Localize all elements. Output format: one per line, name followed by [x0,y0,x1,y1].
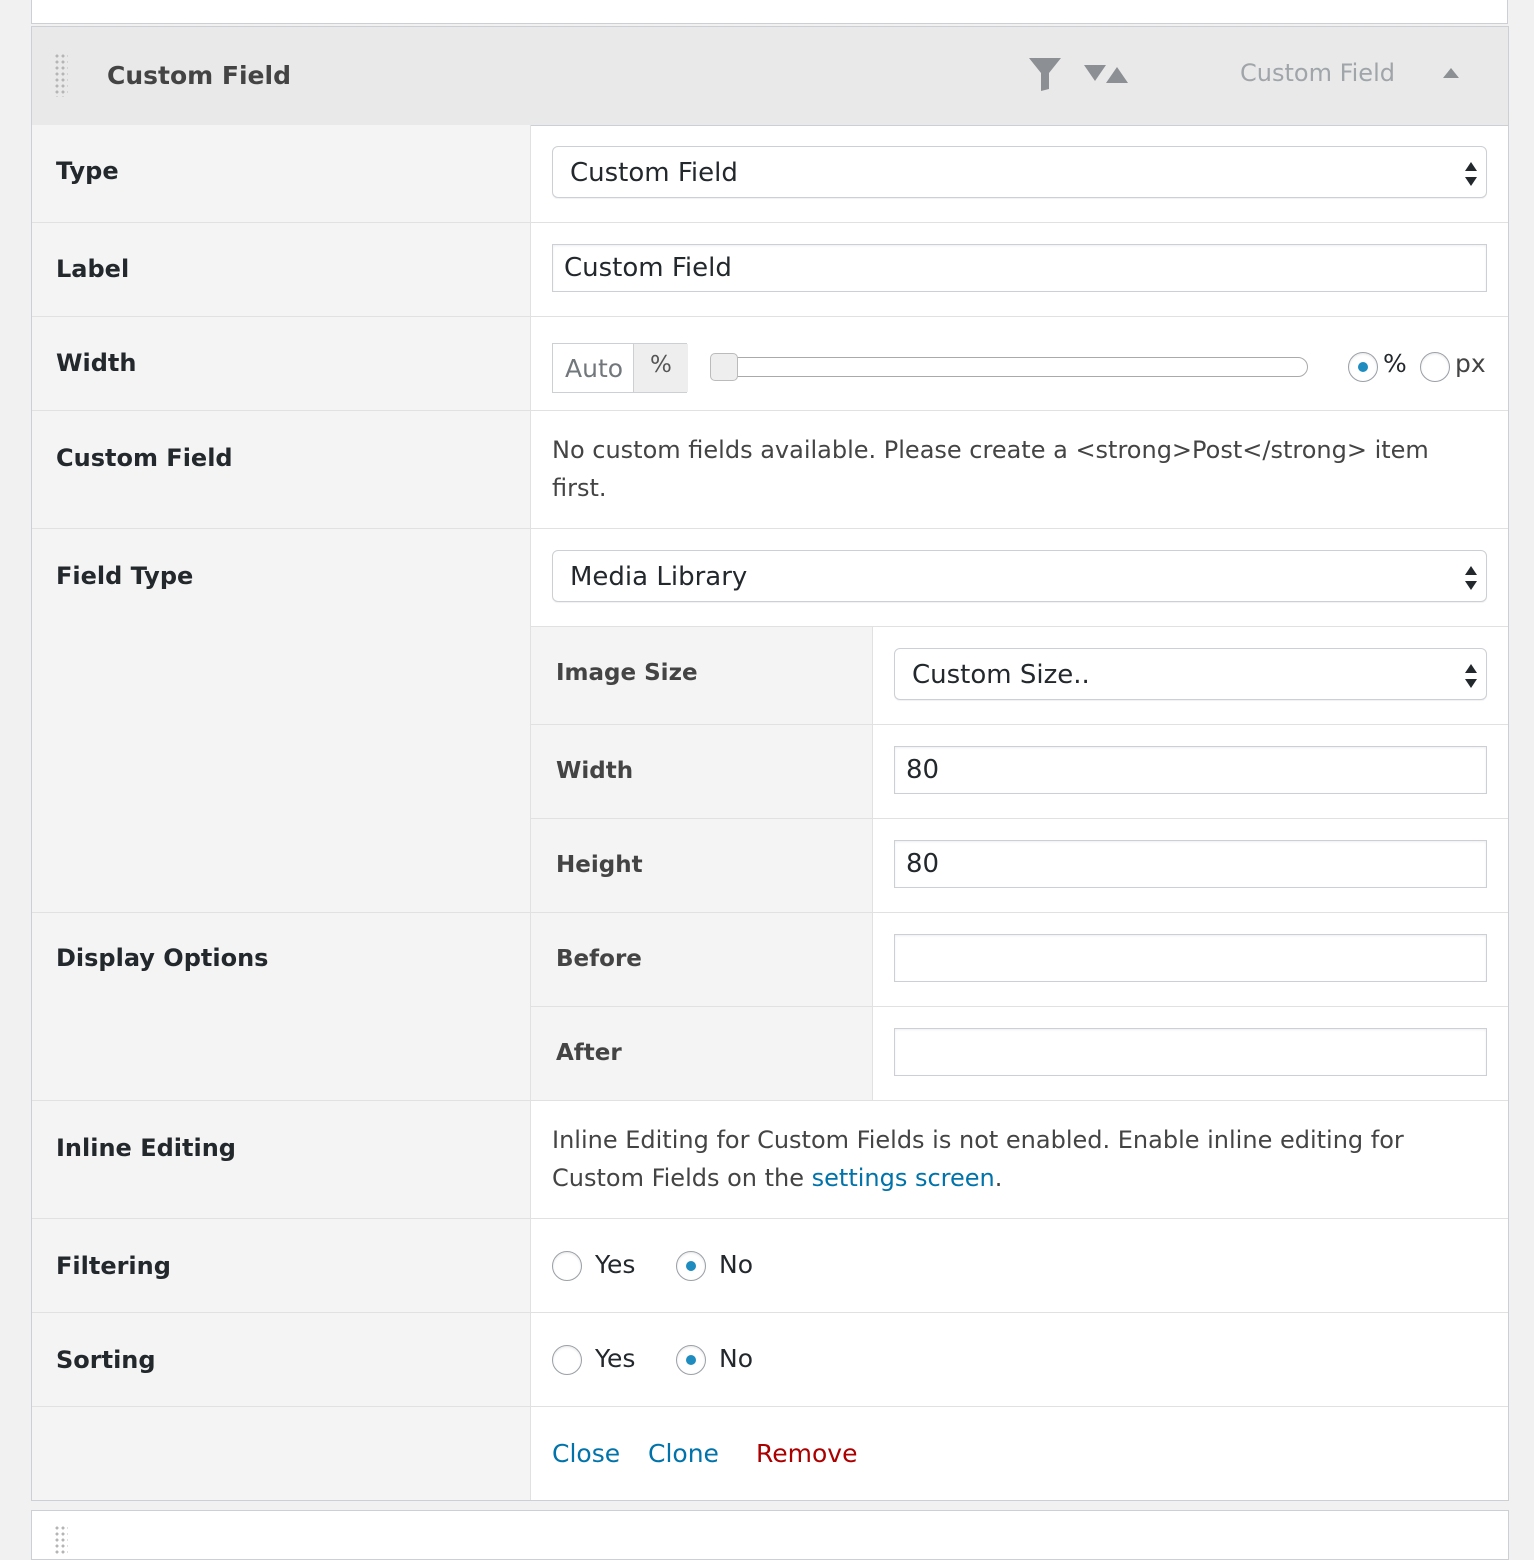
settings-screen-link[interactable]: settings screen [812,1164,995,1192]
row-type: Type Custom Field [32,125,1508,223]
width-input-value: Auto [565,354,624,383]
sorting-label: Sorting [56,1346,156,1374]
type-select[interactable]: Custom Field [552,146,1487,198]
inline-editing-label: Inline Editing [56,1134,236,1162]
select-arrows-icon [1465,566,1477,590]
row-field-type: Field Type Media Library Image Size Cust… [32,529,1508,913]
row-sorting: Sorting Yes No [32,1313,1508,1407]
before-input[interactable] [894,934,1487,982]
width-unit: % [633,344,688,392]
subrow-height: Height 80 [531,819,1508,912]
sorting-no-label: No [719,1344,753,1373]
inline-editing-message: Inline Editing for Custom Fields is not … [552,1126,1404,1192]
sorting-yes-radio[interactable] [552,1345,582,1375]
type-select-value: Custom Field [570,158,738,188]
toggle-up-icon[interactable] [1440,65,1462,81]
field-type-label: Field Type [56,562,194,590]
column-header[interactable]: Custom Field Custom Field [32,27,1508,126]
field-type-select-value: Media Library [570,562,748,592]
row-custom-field: Custom Field No custom fields available.… [32,411,1508,529]
filtering-label: Filtering [56,1252,171,1280]
previous-column-box [31,0,1508,24]
width-label: Width [56,349,137,377]
custom-field-label: Custom Field [56,444,233,472]
remove-link[interactable]: Remove [756,1439,857,1468]
image-height-input[interactable]: 80 [894,840,1487,888]
subrow-before: Before [531,913,1508,1007]
sorting-yes-label: Yes [595,1344,636,1373]
filtering-no-label: No [719,1250,753,1279]
label-input[interactable]: Custom Field [552,244,1487,292]
after-label: After [556,1040,622,1066]
before-label: Before [556,946,642,972]
display-options-label: Display Options [56,944,269,972]
label-label: Label [56,255,130,283]
type-label: Type [56,157,119,185]
width-unit-px-label: px [1455,349,1486,378]
field-type-select[interactable]: Media Library [552,550,1487,602]
image-width-label: Width [556,758,634,784]
row-filtering: Filtering Yes No [32,1219,1508,1313]
custom-field-message: No custom fields available. Please creat… [552,436,1429,502]
image-width-value: 80 [906,755,940,785]
width-unit-percent-radio[interactable] [1348,352,1378,382]
width-input[interactable]: Auto % [552,343,688,393]
width-slider[interactable] [710,357,1308,377]
clone-link[interactable]: Clone [648,1439,719,1468]
image-size-label: Image Size [556,660,698,686]
field-type-subtable: Image Size Custom Size.. Width 80 Height… [531,626,1508,912]
image-size-select-value: Custom Size.. [912,660,1090,690]
filtering-yes-radio[interactable] [552,1251,582,1281]
after-input[interactable] [894,1028,1487,1076]
width-unit-px-radio[interactable] [1420,352,1450,382]
filtering-no-radio[interactable] [676,1251,706,1281]
sort-icon [1084,65,1128,83]
row-label: Label Custom Field [32,223,1508,317]
image-width-input[interactable]: 80 [894,746,1487,794]
filtering-yes-label: Yes [595,1250,636,1279]
select-arrows-icon [1465,664,1477,688]
row-width: Width Auto % % px [32,317,1508,411]
subrow-width: Width 80 [531,725,1508,819]
sorting-no-radio[interactable] [676,1345,706,1375]
image-height-value: 80 [906,849,940,879]
image-size-select[interactable]: Custom Size.. [894,648,1487,700]
filter-icon [1029,58,1061,91]
subrow-after: After [531,1007,1508,1100]
close-link[interactable]: Close [552,1439,620,1468]
column-settings-panel: Custom Field Custom Field Type Custom Fi… [31,26,1509,1501]
column-type-label: Custom Field [1240,59,1395,87]
width-slider-handle[interactable] [710,353,738,381]
row-inline-editing: Inline Editing Inline Editing for Custom… [32,1101,1508,1219]
row-actions: Close Clone Remove [32,1407,1508,1500]
label-input-value: Custom Field [564,253,732,283]
row-display-options: Display Options Before After [32,913,1508,1101]
width-unit-percent-label: % [1383,349,1407,378]
drag-handle-icon[interactable] [54,53,68,97]
subrow-image-size: Image Size Custom Size.. [531,627,1508,725]
column-title[interactable]: Custom Field [107,61,291,90]
image-height-label: Height [556,852,643,878]
drag-handle-icon[interactable] [54,1525,68,1555]
next-column-box [31,1510,1509,1560]
select-arrows-icon [1465,162,1477,186]
